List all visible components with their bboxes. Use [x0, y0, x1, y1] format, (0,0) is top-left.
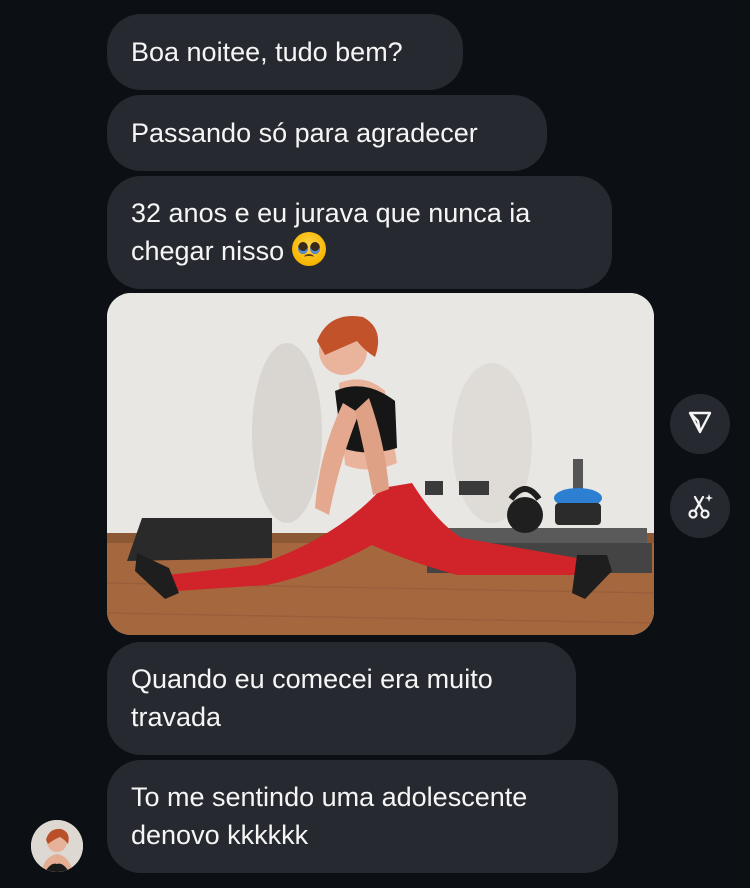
share-button[interactable] [670, 394, 730, 454]
sender-avatar[interactable] [31, 820, 83, 872]
message-text: Passando só para agradecer [131, 118, 478, 148]
message-text-line: To me sentindo uma adolescente [131, 782, 528, 812]
message-text-line: Quando eu comecei era muito [131, 664, 493, 694]
send-paper-plane-icon [687, 409, 713, 440]
message-text-line: 32 anos e eu jurava que nunca ia [131, 198, 531, 228]
message-text: Boa noitee, tudo bem? [131, 37, 403, 67]
message-bubble[interactable]: Passando só para agradecer [107, 95, 547, 171]
pleading-face-emoji [292, 232, 327, 266]
message-text-line-2: chegar nisso [131, 236, 285, 266]
photo-message[interactable] [107, 293, 654, 635]
avatar-photo [31, 820, 83, 872]
scissors-sparkle-icon [685, 491, 715, 526]
message-bubble[interactable]: 32 anos e eu jurava que nunca ia chegar … [107, 176, 612, 289]
message-text-line: travada [131, 702, 222, 732]
message-bubble[interactable]: Boa noitee, tudo bem? [107, 14, 463, 90]
message-bubble[interactable]: Quando eu comecei era muito travada [107, 642, 576, 755]
photo-woman-doing-splits [107, 293, 654, 635]
message-bubble[interactable]: To me sentindo uma adolescente denovo kk… [107, 760, 618, 873]
ai-edit-button[interactable] [670, 478, 730, 538]
message-text-line: chegar nisso [131, 232, 588, 270]
message-text-line: denovo kkkkkk [131, 820, 309, 850]
